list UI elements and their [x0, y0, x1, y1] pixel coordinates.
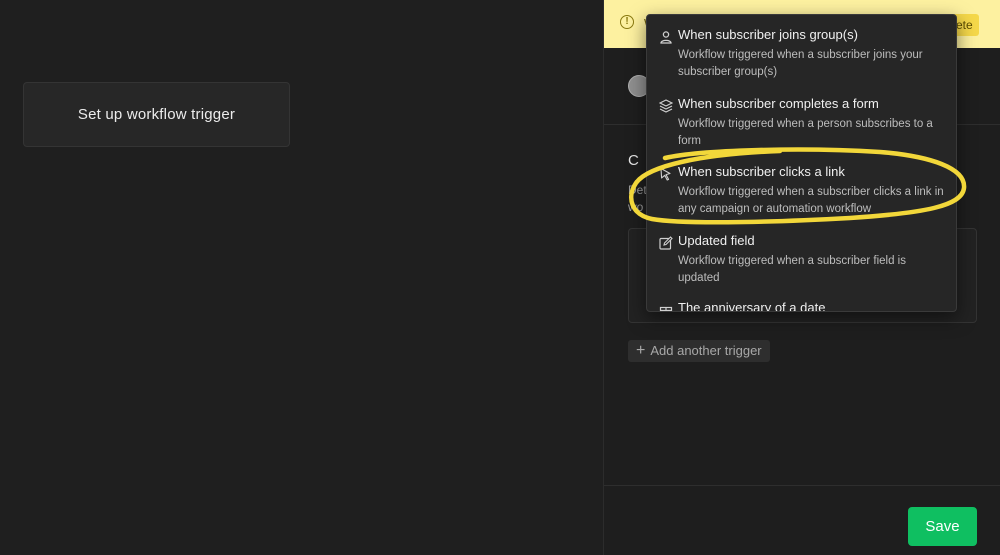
- section-title: C: [628, 152, 639, 169]
- trigger-option-title: When subscriber completes a form: [678, 96, 879, 111]
- trigger-option-description: Workflow triggered when a person subscri…: [678, 118, 933, 147]
- trigger-option-title: The anniversary of a date: [678, 300, 826, 312]
- layers-icon: [659, 99, 673, 113]
- trigger-option-description: Workflow triggered when a subscriber joi…: [678, 49, 923, 78]
- description-line: Det: [628, 183, 647, 197]
- trigger-option-description: Workflow triggered when a subscriber cli…: [678, 186, 944, 215]
- person-icon: [660, 31, 672, 44]
- gift-icon: [659, 306, 673, 311]
- trigger-option-anniversary[interactable]: The anniversary of a date: [647, 300, 956, 312]
- edit-icon: [659, 236, 673, 250]
- trigger-type-dropdown: When subscriber joins group(s) Workflow …: [646, 14, 957, 312]
- trigger-option-updated-field[interactable]: Updated field Workflow triggered when a …: [647, 233, 956, 297]
- trigger-option-description: Workflow triggered when a subscriber fie…: [678, 255, 906, 284]
- trigger-option-completes-form[interactable]: When subscriber completes a form Workflo…: [647, 96, 956, 160]
- add-trigger-label: Add another trigger: [650, 343, 762, 358]
- save-button[interactable]: Save: [908, 507, 977, 546]
- warning-icon: !: [620, 15, 634, 29]
- trigger-option-title: When subscriber clicks a link: [678, 164, 845, 179]
- plus-icon: +: [636, 342, 646, 359]
- workflow-canvas: Set up workflow trigger: [0, 0, 603, 555]
- footer-divider: [604, 485, 1000, 486]
- description-line: wo: [628, 200, 644, 214]
- trigger-option-joins-group[interactable]: When subscriber joins group(s) Workflow …: [647, 27, 956, 91]
- cursor-arrow-icon: [660, 167, 671, 181]
- setup-workflow-trigger-card[interactable]: Set up workflow trigger: [23, 82, 290, 147]
- trigger-option-title: When subscriber joins group(s): [678, 27, 858, 42]
- trigger-option-clicks-link[interactable]: When subscriber clicks a link Workflow t…: [647, 164, 956, 228]
- trigger-option-title: Updated field: [678, 233, 755, 248]
- add-another-trigger-button[interactable]: + Add another trigger: [628, 340, 770, 362]
- section-description: Det wo: [628, 182, 647, 216]
